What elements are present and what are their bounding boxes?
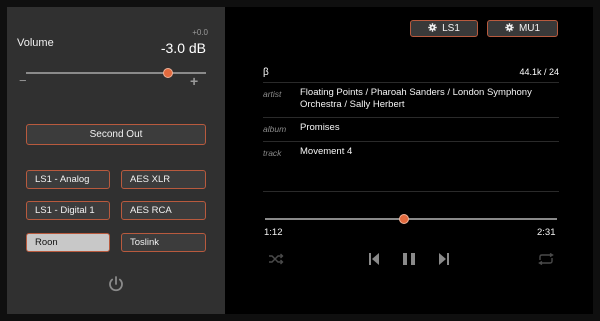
track-value: Movement 4 (300, 146, 353, 157)
total-time: 2:31 (537, 227, 556, 238)
divider (263, 82, 559, 83)
volume-max-label: + (190, 73, 199, 89)
progress-slider[interactable] (265, 218, 557, 220)
track-key: track (263, 148, 282, 158)
elapsed-time: 1:12 (264, 227, 283, 238)
artist-line-1: Floating Points / Pharoah Sanders / Lond… (300, 87, 532, 98)
artist-value: Floating Points / Pharoah Sanders / Lond… (300, 87, 560, 111)
input-aes-xlr-button[interactable]: AES XLR (121, 170, 206, 189)
previous-track-icon[interactable] (366, 250, 382, 268)
divider (263, 191, 559, 192)
input-ls1-analog-button[interactable]: LS1 - Analog (26, 170, 110, 189)
input-toslink-button[interactable]: Toslink (121, 233, 206, 252)
codec-indicator: β (263, 67, 269, 78)
volume-offset: +0.0 (192, 28, 208, 37)
album-key: album (263, 124, 287, 134)
format-label: 44.1k / 24 (519, 67, 559, 77)
power-icon[interactable] (107, 275, 125, 293)
volume-value: -3.0 dB (160, 40, 206, 56)
volume-slider[interactable] (26, 72, 206, 74)
volume-label: Volume (17, 37, 54, 49)
volume-min-label: − (19, 73, 27, 88)
input-roon-button[interactable]: Roon (26, 233, 110, 252)
input-ls1-digital-1-button[interactable]: LS1 - Digital 1 (26, 201, 110, 220)
input-aes-rca-button[interactable]: AES RCA (121, 201, 206, 220)
artist-line-2: Orchestra / Sally Herbert (300, 99, 405, 110)
repeat-icon[interactable] (536, 250, 556, 268)
artist-key: artist (263, 89, 282, 99)
divider (263, 141, 559, 142)
shuffle-icon[interactable] (266, 250, 286, 268)
next-track-icon[interactable] (436, 250, 452, 268)
album-value: Promises (300, 122, 340, 133)
divider (263, 117, 559, 118)
pause-icon[interactable] (400, 250, 418, 268)
second-out-button[interactable]: Second Out (26, 124, 206, 145)
